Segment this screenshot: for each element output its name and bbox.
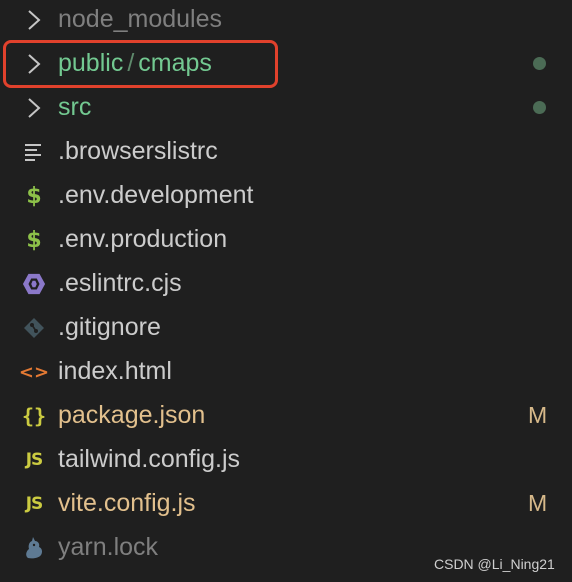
modified-badge: M: [528, 490, 548, 516]
tree-item-label: .env.development: [58, 181, 254, 209]
highlight-annotation-box: [3, 40, 278, 88]
tree-item-browserslistrc[interactable]: .browserslistrc: [0, 132, 572, 176]
tree-item-label: .eslintrc.cjs: [58, 269, 182, 297]
js-icon: JS: [25, 494, 44, 514]
tree-item-label: vite.config.js: [58, 489, 196, 517]
tree-item-label: index.html: [58, 357, 172, 385]
tree-item-label: .browserslistrc: [58, 137, 218, 165]
tree-item-label: .env.production: [58, 225, 228, 253]
chevron-right-icon[interactable]: [22, 8, 46, 32]
tree-item-env-production[interactable]: $ .env.production: [0, 220, 572, 264]
tree-item-label: src: [58, 93, 92, 121]
tree-item-label: .gitignore: [58, 313, 161, 341]
code-brackets-icon: <>: [18, 361, 50, 383]
tree-item-label: yarn.lock: [58, 533, 159, 561]
tree-item-label: tailwind.config.js: [58, 445, 241, 473]
modified-badge: M: [528, 402, 548, 428]
js-icon: JS: [25, 450, 44, 470]
tree-item-label: package.json: [58, 401, 206, 429]
chevron-right-icon[interactable]: [22, 96, 46, 120]
tree-item-src[interactable]: src: [0, 88, 572, 132]
tree-item-gitignore[interactable]: .gitignore: [0, 308, 572, 352]
eslint-icon: [22, 272, 46, 296]
tree-item-package-json[interactable]: {} package.json M: [0, 396, 572, 440]
watermark: CSDN @Li_Ning21: [434, 556, 555, 572]
lines-icon: [22, 140, 46, 164]
untracked-dot-indicator: [533, 57, 546, 70]
git-icon: [22, 316, 46, 340]
tree-item-vite-config[interactable]: JS vite.config.js M: [0, 484, 572, 528]
tree-item-env-development[interactable]: $ .env.development: [0, 176, 572, 220]
tree-item-node-modules[interactable]: node_modules: [0, 0, 572, 44]
untracked-dot-indicator: [533, 101, 546, 114]
dollar-icon: $: [26, 227, 42, 253]
tree-item-label: node_modules: [58, 5, 223, 33]
dollar-icon: $: [26, 183, 42, 209]
braces-icon: {}: [21, 404, 47, 428]
tree-item-eslintrc[interactable]: .eslintrc.cjs: [0, 264, 572, 308]
tree-item-index-html[interactable]: <> index.html: [0, 352, 572, 396]
tree-item-tailwind-config[interactable]: JS tailwind.config.js: [0, 440, 572, 484]
yarn-cat-icon: [22, 536, 46, 560]
